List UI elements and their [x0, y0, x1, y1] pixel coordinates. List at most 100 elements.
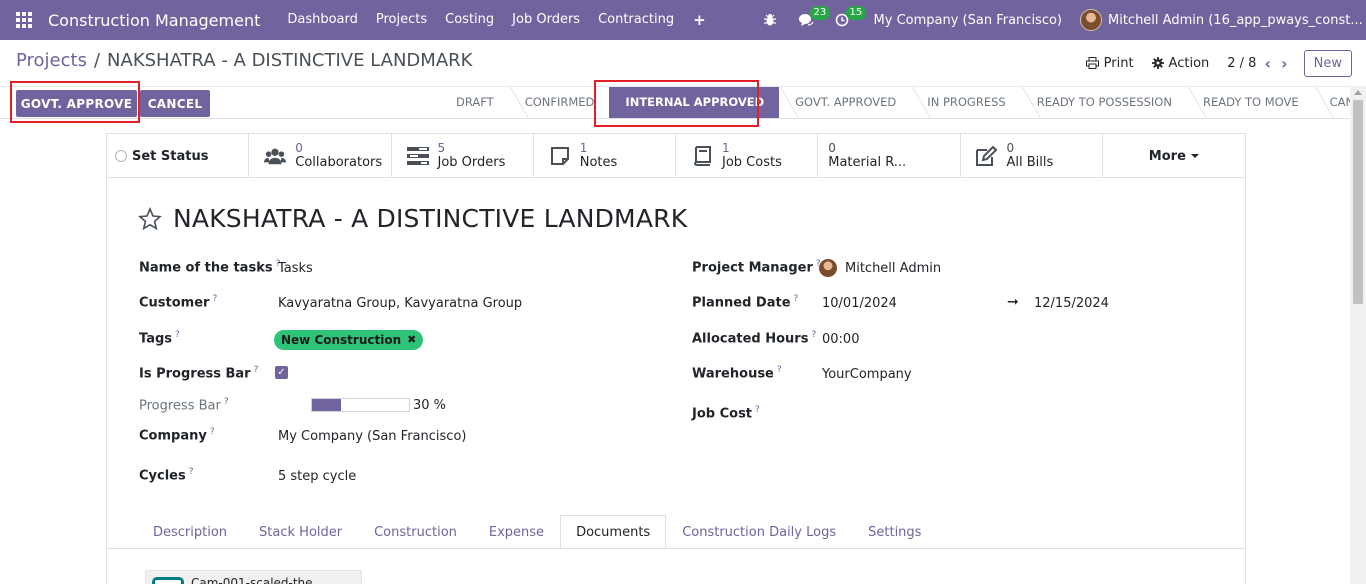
action-button[interactable]: Action — [1151, 55, 1210, 71]
project-manager-field[interactable]: Mitchell Admin — [845, 261, 941, 276]
pager-previous-icon[interactable]: ‹ — [1264, 54, 1271, 73]
record-title[interactable]: NAKSHATRA - A DISTINCTIVE LANDMARK — [173, 204, 687, 233]
book-icon — [691, 146, 713, 166]
more-label: More — [1148, 148, 1186, 164]
control-panel-right: Print Action 2 / 8 ‹ › New — [1085, 48, 1366, 78]
radio-icon — [115, 150, 127, 162]
scroll-up-icon[interactable] — [1354, 90, 1362, 95]
tags-label: Tags? — [139, 330, 180, 347]
company-field[interactable]: My Company (San Francisco) — [278, 429, 466, 444]
customer-field[interactable]: Kavyaratna Group, Kavyaratna Group — [278, 296, 522, 311]
tab-description[interactable]: Description — [137, 515, 243, 549]
tasks-field[interactable]: Tasks — [278, 261, 313, 276]
set-status-button[interactable]: Set Status — [107, 134, 250, 178]
menu-dashboard[interactable]: Dashboard — [278, 0, 367, 40]
cancel-button[interactable]: CANCEL — [140, 90, 210, 117]
material-requests-button[interactable]: 0 Material R... — [818, 134, 961, 178]
tabs-divider — [107, 548, 1245, 549]
tab-documents[interactable]: Documents — [560, 515, 667, 549]
stage-govt-approved[interactable]: GOVT. APPROVED — [779, 87, 911, 118]
menu-contracting[interactable]: Contracting — [589, 0, 683, 40]
action-label: Action — [1168, 55, 1210, 71]
form-sheet: Set Status 0 Collaborators 5 Job Orders — [106, 133, 1246, 584]
progress-fill — [312, 399, 342, 411]
company-switcher[interactable]: My Company (San Francisco) — [874, 13, 1062, 28]
all-bills-button[interactable]: 0 All Bills — [961, 134, 1103, 178]
star-icon[interactable] — [138, 206, 162, 231]
stage-ready-to-move[interactable]: READY TO MOVE — [1187, 87, 1314, 118]
progress-bar-label: Progress Bar? — [139, 397, 229, 414]
new-button[interactable]: New — [1303, 49, 1352, 77]
apps-menu-icon[interactable] — [0, 0, 48, 40]
scroll-thumb[interactable] — [1353, 100, 1363, 304]
tab-settings[interactable]: Settings — [852, 515, 937, 549]
user-avatar[interactable] — [1080, 9, 1102, 31]
stage-in-progress[interactable]: IN PROGRESS — [911, 87, 1020, 118]
job-costs-label: Job Costs — [722, 155, 782, 170]
tag-remove-icon[interactable]: ✖ — [407, 330, 416, 350]
statusbar: GOVT. APPROVE CANCEL DRAFT CONFIRMED INT… — [0, 86, 1366, 119]
allocated-hours-field[interactable]: 00:00 — [822, 332, 859, 347]
notebook-tabs: Description Stack Holder Construction Ex… — [137, 515, 937, 549]
collaborators-label: Collaborators — [295, 155, 383, 170]
allocated-hours-label: Allocated Hours? — [692, 330, 817, 347]
job-orders-button[interactable]: 5 Job Orders — [392, 134, 534, 178]
print-icon — [1085, 57, 1099, 69]
document-name: Cam-001-scaled-the... — [191, 576, 324, 584]
planned-start-field[interactable]: 10/01/2024 — [822, 296, 897, 311]
menu-projects[interactable]: Projects — [367, 0, 436, 40]
progress-value: 30 % — [413, 398, 447, 413]
notes-label: Notes — [579, 155, 618, 170]
bug-icon[interactable] — [752, 0, 788, 40]
job-costs-count: 1 — [722, 141, 730, 155]
activity-clock-icon[interactable]: 15 — [824, 0, 867, 40]
document-card[interactable]: Cam-001-scaled-the... — [145, 570, 362, 584]
notes-count: 1 — [579, 141, 588, 155]
collaborators-button[interactable]: 0 Collaborators — [249, 134, 392, 178]
govt-approve-button[interactable]: GOVT. APPROVE — [16, 90, 137, 117]
pager-next-icon[interactable]: › — [1281, 54, 1288, 73]
tab-expense[interactable]: Expense — [473, 515, 560, 549]
tag-label: New Construction — [281, 333, 402, 347]
planned-end-field[interactable]: 12/15/2024 — [1034, 296, 1109, 311]
tasks-label: Name of the tasks? — [139, 259, 281, 276]
warehouse-label: Warehouse? — [692, 365, 782, 382]
planned-date-label: Planned Date? — [692, 294, 799, 311]
tab-stack-holder[interactable]: Stack Holder — [243, 515, 358, 549]
more-button[interactable]: More — [1103, 134, 1245, 178]
plus-icon[interactable]: + — [683, 11, 716, 29]
title-row: NAKSHATRA - A DISTINCTIVE LANDMARK — [138, 204, 687, 233]
print-label: Print — [1103, 55, 1134, 71]
job-orders-label: Job Orders — [437, 155, 506, 170]
scrollbar[interactable] — [1350, 86, 1366, 584]
main-menu: Dashboard Projects Costing Job Orders Co… — [278, 0, 715, 40]
app-brand[interactable]: Construction Management — [48, 11, 260, 30]
warehouse-field[interactable]: YourCompany — [822, 367, 912, 382]
material-requests-count: 0 — [828, 141, 836, 155]
stage-confirmed[interactable]: CONFIRMED — [509, 87, 610, 118]
menu-costing[interactable]: Costing — [436, 0, 503, 40]
cycles-field[interactable]: 5 step cycle — [278, 469, 356, 484]
note-icon — [549, 146, 571, 166]
tab-construction-daily-logs[interactable]: Construction Daily Logs — [666, 515, 852, 549]
stage-ready-to-possession[interactable]: READY TO POSSESSION — [1021, 87, 1187, 118]
tab-construction[interactable]: Construction — [358, 515, 473, 549]
breadcrumb-current: NAKSHATRA - A DISTINCTIVE LANDMARK — [107, 50, 473, 71]
tag-new-construction[interactable]: New Construction ✖ — [274, 330, 424, 350]
menu-job-orders[interactable]: Job Orders — [503, 0, 589, 40]
progress-flag-checkbox[interactable]: ✓ — [275, 366, 288, 379]
notes-button[interactable]: 1 Notes — [534, 134, 676, 178]
progress-bar[interactable] — [311, 398, 410, 412]
breadcrumb-projects[interactable]: Projects — [16, 50, 87, 71]
breadcrumb-separator: / — [93, 50, 101, 71]
user-menu[interactable]: Mitchell Admin (16_app_pways_const... — [1108, 13, 1366, 28]
manager-avatar — [819, 259, 837, 277]
stage-internal-approved[interactable]: INTERNAL APPROVED — [609, 87, 780, 118]
stage-draft[interactable]: DRAFT — [440, 87, 509, 118]
messages-icon[interactable]: 23 — [788, 0, 831, 40]
print-button[interactable]: Print — [1085, 55, 1134, 71]
job-orders-count: 5 — [437, 141, 446, 155]
pager-value[interactable]: 2 / 8 — [1227, 56, 1256, 71]
activities-badge: 15 — [845, 6, 867, 20]
job-costs-button[interactable]: 1 Job Costs — [676, 134, 819, 178]
